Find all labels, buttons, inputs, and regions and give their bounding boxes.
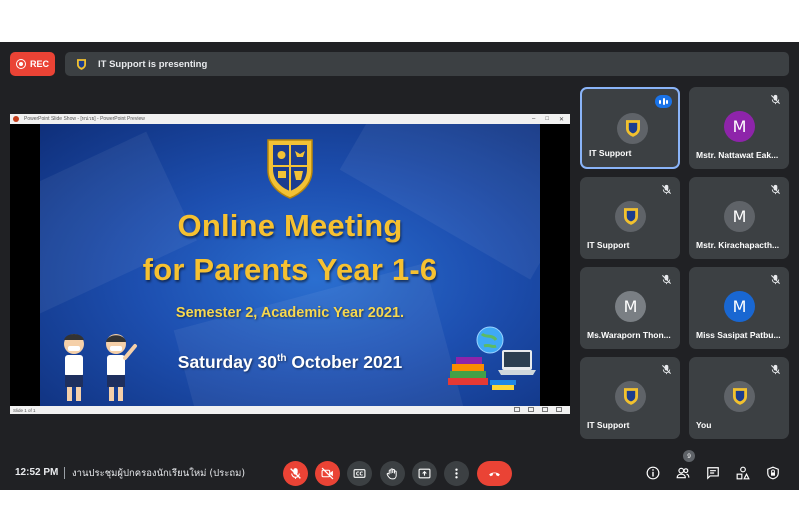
- participant-name: Mstr. Nattawat Eak...: [696, 150, 779, 160]
- record-icon: [15, 59, 26, 69]
- svg-text:CC: CC: [356, 471, 364, 477]
- presenting-banner: IT Support is presenting: [65, 52, 789, 76]
- more-options-button[interactable]: [444, 461, 469, 486]
- view-icon: [528, 407, 534, 412]
- divider: [64, 467, 65, 479]
- shield-lock-icon: [767, 466, 779, 480]
- participant-tile[interactable]: M Mstr. Kirachapacth...: [689, 177, 789, 259]
- avatar: [615, 381, 646, 412]
- captions-button[interactable]: CC: [347, 461, 372, 486]
- maximize-icon: □: [545, 116, 549, 122]
- participant-name: You: [696, 420, 712, 430]
- view-icon: [556, 407, 562, 412]
- powerpoint-statusbar: Slide 1 of 1: [10, 406, 570, 414]
- mic-off-icon: [770, 364, 781, 375]
- avatar: [724, 381, 755, 412]
- mic-off-icon: [290, 468, 301, 479]
- school-crest-icon: [77, 58, 86, 70]
- participant-tile[interactable]: IT Support: [580, 177, 680, 259]
- minimize-icon: –: [532, 116, 536, 122]
- school-crest-logo: [267, 139, 313, 199]
- shared-screen: PowerPoint Slide Show - [หน่วย] - PowerP…: [10, 114, 570, 414]
- present-now-button[interactable]: [412, 461, 437, 486]
- avatar: M: [724, 201, 755, 232]
- mic-off-icon: [661, 274, 672, 285]
- slide: Online Meeting for Parents Year 1-6 Seme…: [40, 124, 540, 406]
- presenting-text: IT Support is presenting: [98, 58, 208, 70]
- people-button[interactable]: [675, 465, 691, 481]
- mic-off-icon: [770, 94, 781, 105]
- participant-name: IT Support: [589, 148, 632, 158]
- avatar: M: [724, 291, 755, 322]
- view-icon: [542, 407, 548, 412]
- school-crest-icon: [625, 120, 640, 137]
- slide-counter: Slide 1 of 1: [13, 407, 36, 413]
- meeting-details-button[interactable]: [645, 465, 661, 481]
- slide-title-line1: Online Meeting: [177, 208, 403, 243]
- close-icon: ✕: [558, 116, 564, 123]
- powerpoint-window-title: PowerPoint Slide Show - [หน่วย] - PowerP…: [24, 116, 145, 122]
- powerpoint-icon: [13, 116, 19, 122]
- slide-date: Saturday 30th October 2021: [177, 352, 403, 372]
- chat-icon: [707, 467, 719, 480]
- more-vert-icon: [455, 468, 458, 479]
- raise-hand-button[interactable]: [380, 461, 405, 486]
- books-laptop-illustration: [448, 326, 536, 390]
- participant-name: IT Support: [587, 240, 630, 250]
- mic-off-icon: [770, 184, 781, 195]
- avatar: M: [724, 111, 755, 142]
- participant-name: IT Support: [587, 420, 630, 430]
- meeting-title: งานประชุมผู้ปกครองนักเรียนใหม่ (ประถม): [72, 468, 246, 479]
- info-icon: [646, 466, 660, 480]
- avatar: [615, 201, 646, 232]
- closed-captions-icon: CC: [353, 469, 366, 478]
- school-crest-icon: [623, 388, 638, 405]
- participant-tile[interactable]: M Mstr. Nattawat Eak...: [689, 87, 789, 169]
- participant-name: Ms.Waraporn Thon...: [587, 330, 671, 340]
- participant-tile-self[interactable]: You: [689, 357, 789, 439]
- avatar: [617, 113, 648, 144]
- slide-subtitle: Semester 2, Academic Year 2021.: [175, 305, 405, 321]
- mic-off-icon: [661, 364, 672, 375]
- camera-off-icon: [321, 467, 334, 480]
- powerpoint-titlebar: PowerPoint Slide Show - [หน่วย] - PowerP…: [10, 114, 570, 124]
- mic-off-icon: [770, 274, 781, 285]
- participant-tile[interactable]: IT Support: [580, 87, 680, 169]
- microphone-toggle-button[interactable]: [283, 461, 308, 486]
- people-icon: [676, 467, 690, 479]
- slide-title-line2: for Parents Year 1-6: [142, 252, 438, 287]
- speaking-indicator-icon: [655, 95, 672, 108]
- students-illustration: [64, 334, 137, 401]
- school-crest-icon: [623, 208, 638, 225]
- activities-button[interactable]: [735, 465, 751, 481]
- participant-name: Mstr. Kirachapacth...: [696, 240, 780, 250]
- recording-label: REC: [29, 59, 49, 69]
- present-screen-icon: [418, 468, 431, 479]
- school-crest-icon: [732, 388, 747, 405]
- hang-up-icon: [489, 472, 500, 477]
- participant-count-badge: 9: [683, 450, 695, 462]
- host-controls-button[interactable]: [765, 465, 781, 481]
- activities-icon: [736, 466, 750, 480]
- meeting-controls-bar: 12:52 PM งานประชุมผู้ปกครองนักเรียนใหม่ …: [0, 450, 799, 490]
- meet-window: REC IT Support is presenting PowerPoint …: [0, 42, 799, 490]
- avatar: M: [615, 291, 646, 322]
- hand-icon: [386, 468, 397, 480]
- mic-off-icon: [661, 184, 672, 195]
- view-icon: [514, 407, 520, 412]
- participant-tile[interactable]: M Miss Sasipat Patbu...: [689, 267, 789, 349]
- participant-name: Miss Sasipat Patbu...: [696, 330, 781, 340]
- recording-button[interactable]: REC: [10, 52, 55, 76]
- camera-toggle-button[interactable]: [315, 461, 340, 486]
- participant-tile[interactable]: IT Support: [580, 357, 680, 439]
- chat-button[interactable]: [705, 465, 721, 481]
- leave-call-button[interactable]: [477, 461, 512, 486]
- participant-tile[interactable]: M Ms.Waraporn Thon...: [580, 267, 680, 349]
- meeting-clock: 12:52 PM: [15, 467, 59, 478]
